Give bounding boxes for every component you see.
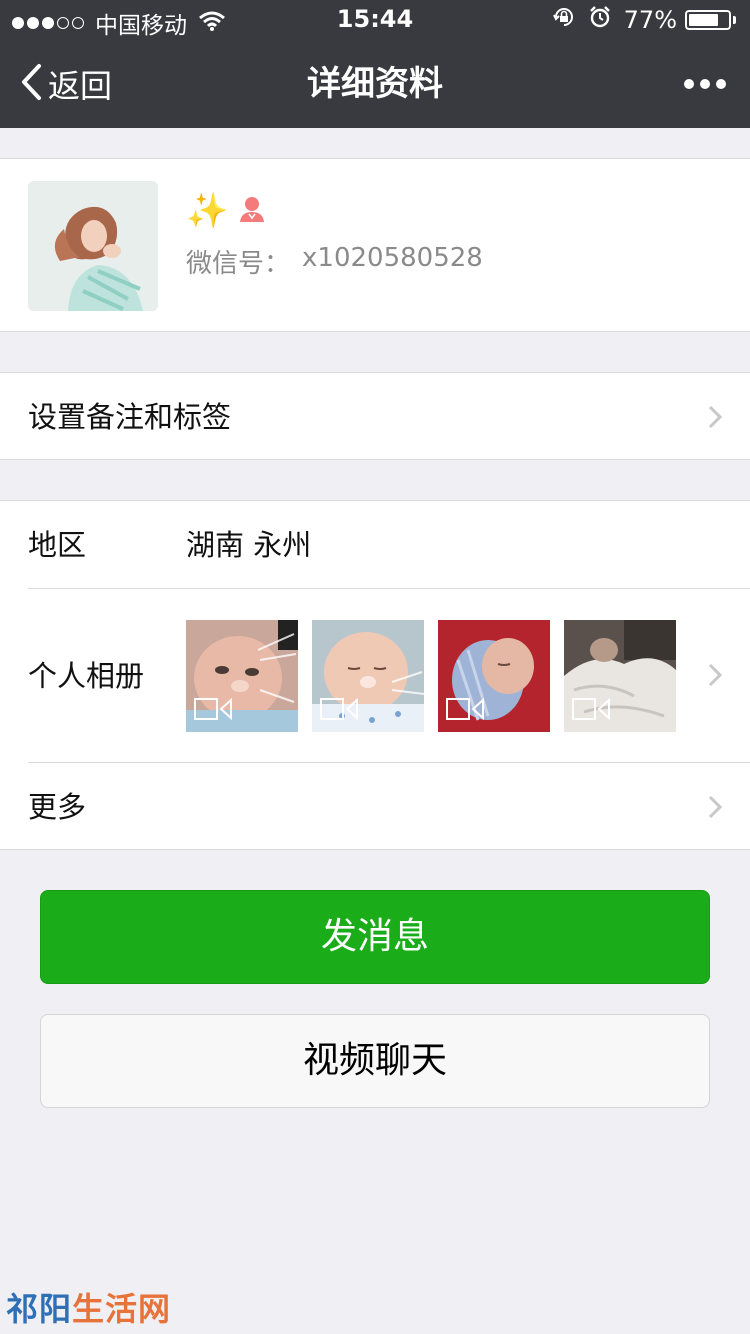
nickname-emoji: ✨ [186,191,229,231]
album-thumbnail[interactable] [312,620,424,732]
region-row: 地区 湖南 永州 [0,501,750,589]
nav-bar: 返回 详细资料 [0,40,750,128]
battery-level [689,14,719,26]
battery-cap [733,16,736,24]
profile-card: ✨ 微信号： x1020580528 [0,158,750,332]
video-icon [446,697,486,724]
set-remark-row[interactable]: 设置备注和标签 [0,372,750,460]
nickname-row: ✨ [186,191,266,231]
back-button[interactable]: 返回 [20,40,112,128]
video-icon [194,697,234,724]
wechat-id-value: x1020580528 [302,243,483,273]
more-dots-icon [716,79,726,89]
video-chat-button[interactable]: 视频聊天 [40,1014,710,1108]
watermark-part1: 祁阳 [6,1290,73,1328]
more-label: 更多 [28,790,87,824]
video-icon [572,697,612,724]
alarm-icon [588,5,612,35]
more-row[interactable]: 更多 [0,763,750,851]
more-dots-icon [684,79,694,89]
chevron-right-icon [708,663,723,691]
page-title: 详细资料 [307,64,443,104]
female-icon [238,195,266,227]
status-bar: 中国移动 15:44 77% [0,0,750,40]
region-label: 地区 [28,528,87,562]
battery-icon [685,10,731,30]
album-thumbnail[interactable] [564,620,676,732]
region-value: 湖南 永州 [186,528,312,562]
more-dots-icon [700,79,710,89]
chevron-right-icon [708,405,723,433]
battery-percent: 77% [623,6,677,34]
send-message-button[interactable]: 发消息 [40,890,710,984]
back-chevron-icon [20,63,42,105]
info-group: 地区 湖南 永州 个人相册 更多 [0,500,750,850]
wechat-id-label: 微信号： [186,249,291,279]
watermark-logo: 祁阳生活网 [6,1284,171,1330]
album-thumbnail[interactable] [438,620,550,732]
video-icon [320,697,360,724]
album-label: 个人相册 [28,659,145,693]
album-thumbnails [186,620,690,732]
avatar[interactable] [28,181,158,311]
chevron-right-icon [708,795,723,823]
status-right: 77% [552,5,736,35]
album-thumbnail[interactable] [186,620,298,732]
set-remark-label: 设置备注和标签 [28,400,232,434]
more-options-button[interactable] [678,40,726,128]
rotation-lock-icon [552,5,576,35]
personal-album-row[interactable]: 个人相册 [0,589,750,763]
watermark-part2: 生活网 [72,1290,172,1328]
wechat-id: 微信号： x1020580528 [186,243,483,280]
back-label: 返回 [48,67,113,105]
